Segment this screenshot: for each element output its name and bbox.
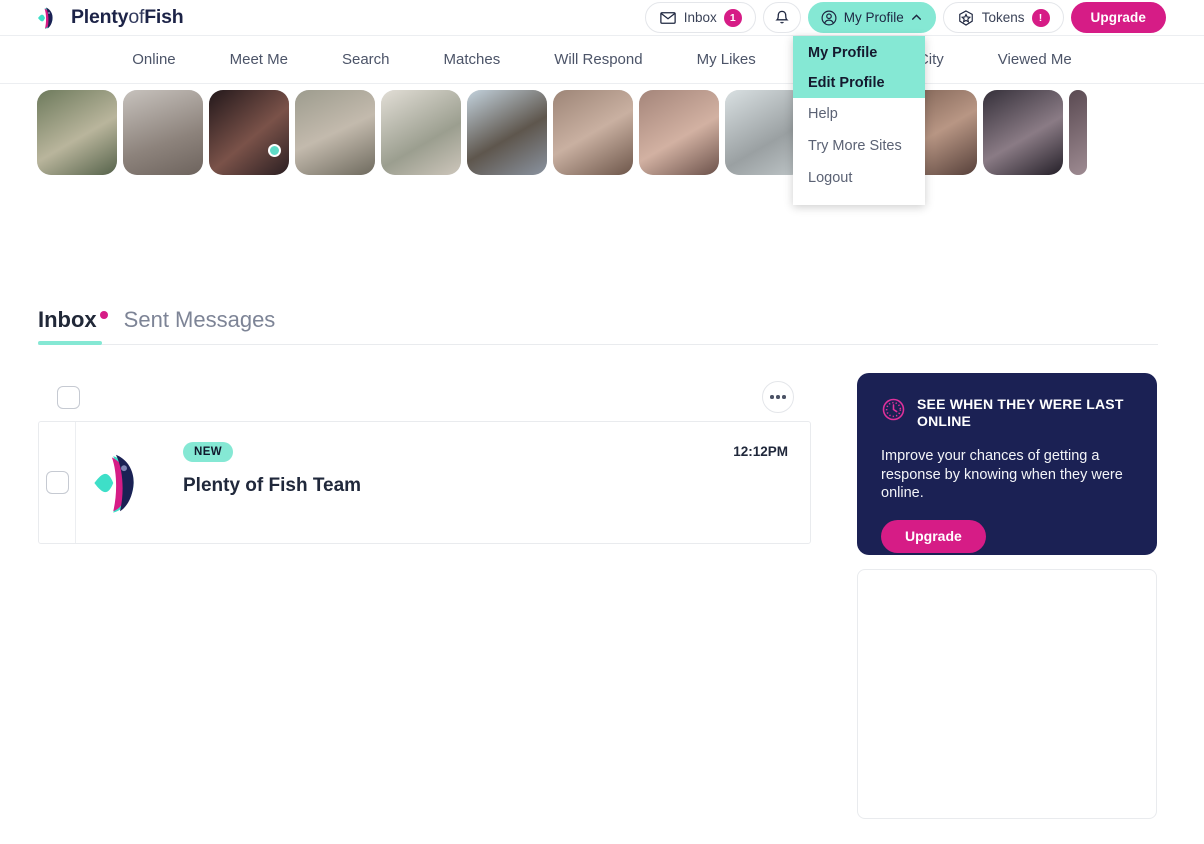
- upgrade-button[interactable]: Upgrade: [1070, 2, 1166, 33]
- main-content: NEW Plenty of Fish Team 12:12PM SEE WHEN…: [38, 373, 1204, 819]
- profile-thumbnail[interactable]: [467, 90, 547, 175]
- tab-inbox[interactable]: Inbox: [38, 307, 108, 345]
- message-checkbox-cell: [39, 422, 76, 543]
- thumbnail-image: [295, 90, 375, 175]
- header-actions: Inbox 1 My Profile Tokens ! Upgrade: [644, 2, 1166, 33]
- chevron-up-icon: [911, 14, 921, 20]
- menu-item-help[interactable]: Help: [793, 98, 925, 130]
- star-badge-icon: [958, 9, 973, 26]
- profile-thumbnail[interactable]: [983, 90, 1063, 175]
- nav-item-online[interactable]: Online: [105, 51, 202, 68]
- top-header: PlentyofFish Inbox 1 My Profile Tokens !…: [0, 0, 1204, 36]
- profile-thumbnail-strip: [0, 90, 1204, 180]
- tokens-label: Tokens: [981, 10, 1025, 25]
- profile-thumbnail[interactable]: [553, 90, 633, 175]
- tab-sent-messages[interactable]: Sent Messages: [124, 307, 276, 344]
- nav-item-meet-me[interactable]: Meet Me: [203, 51, 315, 68]
- nav-item-viewed-me[interactable]: Viewed Me: [971, 51, 1099, 68]
- nav-item-my-likes[interactable]: My Likes: [670, 51, 783, 68]
- notifications-button[interactable]: [762, 2, 801, 33]
- profile-thumbnail[interactable]: [295, 90, 375, 175]
- profile-thumbnail[interactable]: [381, 90, 461, 175]
- profile-thumbnail[interactable]: [1069, 90, 1087, 175]
- online-status-dot: [268, 144, 281, 157]
- envelope-icon: [659, 11, 676, 24]
- nav-item-matches[interactable]: Matches: [417, 51, 528, 68]
- more-options-button[interactable]: [762, 381, 794, 413]
- profile-thumbnail[interactable]: [639, 90, 719, 175]
- message-list-toolbar: [38, 373, 811, 421]
- nav-item-will-respond[interactable]: Will Respond: [527, 51, 669, 68]
- fish-avatar-icon: [94, 454, 134, 513]
- inbox-label: Inbox: [683, 10, 717, 25]
- profile-thumbnail[interactable]: [123, 90, 203, 175]
- tokens-button[interactable]: Tokens !: [942, 2, 1064, 33]
- menu-item-edit-profile[interactable]: Edit Profile: [793, 68, 925, 98]
- tokens-badge: !: [1031, 8, 1050, 27]
- logo-word-fish: Fish: [144, 6, 184, 28]
- inbox-badge: 1: [723, 8, 742, 27]
- thumbnail-image: [1069, 90, 1087, 175]
- promo-title: SEE WHEN THEY WERE LAST ONLINE: [917, 396, 1124, 430]
- dot: [770, 395, 774, 399]
- thumbnail-image: [983, 90, 1063, 175]
- message-checkbox[interactable]: [45, 471, 69, 494]
- message-avatar: [76, 422, 172, 543]
- thumbnail-image: [639, 90, 719, 175]
- thumbnail-image: [381, 90, 461, 175]
- profile-thumbnail[interactable]: [209, 90, 289, 175]
- inbox-tabs: Inbox Sent Messages: [38, 307, 1158, 345]
- message-body: NEW Plenty of Fish Team: [172, 422, 733, 543]
- promo-description: Improve your chances of getting a respon…: [881, 448, 1123, 502]
- sidebar-placeholder-card: [857, 569, 1157, 819]
- logo-wordmark: PlentyofFish: [71, 6, 184, 29]
- profile-label: My Profile: [843, 10, 904, 25]
- menu-item-try-more-sites[interactable]: Try More Sites: [793, 130, 925, 162]
- tab-inbox-label: Inbox: [38, 307, 97, 332]
- message-sender: Plenty of Fish Team: [183, 475, 362, 496]
- logo-word-of: of: [128, 6, 145, 28]
- fish-logo-icon: [38, 7, 53, 29]
- site-logo[interactable]: PlentyofFish: [36, 6, 184, 30]
- select-all-checkbox[interactable]: [57, 385, 80, 409]
- inbox-button[interactable]: Inbox 1: [644, 2, 756, 33]
- message-timestamp: 12:12PM: [733, 444, 788, 459]
- profile-thumbnail[interactable]: [37, 90, 117, 175]
- promo-upgrade-button[interactable]: Upgrade: [881, 519, 986, 553]
- thumbnail-image: [123, 90, 203, 175]
- logo-word-plenty: Plenty: [71, 6, 129, 28]
- nav-item-search[interactable]: Search: [315, 51, 417, 68]
- bell-icon: [775, 10, 789, 23]
- sidebar-column: SEE WHEN THEY WERE LAST ONLINE Improve y…: [857, 373, 1157, 819]
- menu-item-logout[interactable]: Logout: [793, 162, 925, 194]
- thumbnail-image: [553, 90, 633, 175]
- user-circle-icon: [821, 10, 837, 25]
- profile-menu-button[interactable]: My Profile: [807, 2, 936, 33]
- message-row[interactable]: NEW Plenty of Fish Team 12:12PM: [38, 421, 811, 544]
- unread-dot: [99, 310, 108, 319]
- message-list-column: NEW Plenty of Fish Team 12:12PM: [38, 373, 811, 819]
- dot: [782, 395, 786, 399]
- thumbnail-image: [37, 90, 117, 175]
- profile-dropdown-menu: My Profile Edit Profile Help Try More Si…: [793, 36, 925, 205]
- new-badge: NEW: [183, 442, 234, 462]
- menu-item-my-profile[interactable]: My Profile: [793, 36, 925, 68]
- promo-header: SEE WHEN THEY WERE LAST ONLINE: [881, 396, 1133, 430]
- thumbnail-image: [209, 90, 289, 175]
- main-nav: Online Meet Me Search Matches Will Respo…: [0, 36, 1204, 84]
- thumbnail-image: [467, 90, 547, 175]
- dot: [776, 395, 780, 399]
- clock-icon: [882, 398, 905, 421]
- promo-card: SEE WHEN THEY WERE LAST ONLINE Improve y…: [857, 373, 1157, 555]
